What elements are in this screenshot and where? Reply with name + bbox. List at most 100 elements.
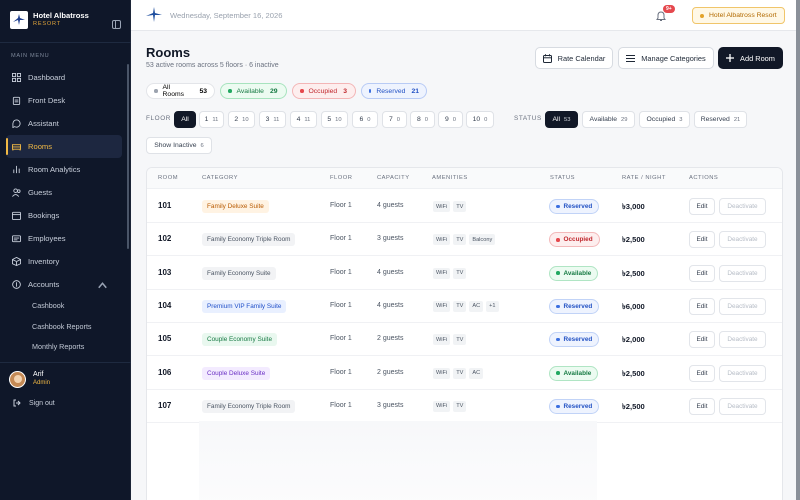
status-chip-reserved[interactable]: Reserved 21 — [694, 111, 747, 128]
table-row[interactable]: 106 Couple Deluxe Suite Floor 1 2 guests WiF… — [147, 357, 782, 390]
edit-button[interactable]: Edit — [689, 331, 715, 349]
deactivate-button[interactable]: Deactivate — [719, 331, 766, 349]
summary-occupied[interactable]: Occupied 3 — [292, 83, 356, 99]
sidebar-subitem-cashbook[interactable]: Cashbook — [6, 296, 122, 317]
amenities-list: WiFi TV — [433, 267, 469, 279]
amenity-tag: AC — [469, 300, 484, 312]
column-header[interactable]: AMENITIES — [432, 175, 468, 181]
status-dot — [556, 238, 560, 242]
sign-out-button[interactable]: Sign out — [13, 399, 55, 407]
rate-calendar-button[interactable]: Rate Calendar — [535, 47, 613, 69]
table-row[interactable]: 103 Family Economy Suite Floor 1 4 guests Wi… — [147, 257, 782, 290]
amenity-tag: WiFi — [433, 400, 451, 412]
deactivate-button[interactable]: Deactivate — [719, 397, 766, 415]
summary-count: 3 — [343, 87, 347, 95]
column-header[interactable]: ACTIONS — [689, 175, 718, 181]
sidebar-item-front-desk[interactable]: Front Desk — [6, 89, 122, 112]
deactivate-button[interactable]: Deactivate — [719, 264, 766, 282]
deactivate-button[interactable]: Deactivate — [719, 231, 766, 249]
amenities-list: WiFi TV AC +1 — [433, 300, 502, 312]
floor-chip-3[interactable]: 3 11 — [259, 111, 286, 128]
table-row[interactable]: 107 Family Economy Triple Room Floor 1 3 gu… — [147, 390, 782, 423]
divider — [0, 362, 131, 363]
brand[interactable]: Hotel Albatross RESORT — [10, 11, 122, 29]
status-badge: Available — [549, 365, 599, 381]
floor-chip-1[interactable]: 1 11 — [199, 111, 224, 128]
chip-label: 7 — [388, 116, 393, 123]
summary-reserved[interactable]: Reserved 21 — [361, 83, 427, 99]
divider — [0, 42, 131, 43]
floor-chip-8[interactable]: 80 — [410, 111, 435, 128]
column-header[interactable]: STATUS — [550, 175, 575, 181]
floor-chip-9[interactable]: 90 — [438, 111, 463, 128]
add-room-button[interactable]: Add Room — [718, 47, 783, 69]
chip-label: All — [552, 116, 561, 123]
chevron-up-icon[interactable] — [98, 281, 107, 290]
manage-categories-button[interactable]: Manage Categories — [618, 47, 714, 69]
sidebar-item-rooms[interactable]: Rooms — [6, 135, 122, 158]
rate-cell: ৳2,500 — [622, 368, 645, 378]
floor-chip-10[interactable]: 10 0 — [466, 111, 494, 128]
room-number: 101 — [158, 201, 172, 210]
edit-button[interactable]: Edit — [689, 198, 715, 215]
sidebar-item-inventory[interactable]: Inventory — [6, 250, 122, 273]
amenity-tag: TV — [453, 234, 467, 246]
sign-out-label: Sign out — [29, 399, 55, 407]
sidebar-item-dashboard[interactable]: Dashboard — [6, 66, 122, 89]
amenity-tag: WiFi — [433, 267, 451, 279]
deactivate-button[interactable]: Deactivate — [719, 297, 766, 315]
status-dot — [228, 89, 232, 93]
page-subtitle: 53 active rooms across 5 floors · 6 inac… — [146, 62, 279, 69]
sidebar-item-guests[interactable]: Guests — [6, 181, 122, 204]
edit-button[interactable]: Edit — [689, 264, 715, 282]
edit-button[interactable]: Edit — [689, 297, 715, 315]
table-row[interactable]: 104 Premium VIP Family Suite Floor 1 4 gues… — [147, 290, 782, 323]
column-header[interactable]: RATE / NIGHT — [622, 175, 666, 181]
room-number: 106 — [158, 367, 172, 377]
status-chip-available[interactable]: Available 29 — [582, 111, 635, 128]
capacity-cell: 4 guests — [377, 301, 404, 309]
sidebar-item-accounts[interactable]: Accounts — [6, 273, 122, 296]
edit-button[interactable]: Edit — [689, 231, 715, 249]
floor-chip-2[interactable]: 2 10 — [228, 111, 255, 128]
sidebar-item-room-analytics[interactable]: Room Analytics — [6, 158, 122, 181]
amenity-tag: Balcony — [469, 234, 496, 246]
status-chip-all[interactable]: All 53 — [545, 111, 578, 128]
floor-chip-all[interactable]: All — [174, 111, 196, 128]
edit-button[interactable]: Edit — [689, 364, 715, 382]
floor-chip-5[interactable]: 5 10 — [321, 111, 348, 128]
amenity-tag: WiFi — [433, 201, 451, 212]
sidebar-subitem-monthly-reports[interactable]: Monthly Reports — [6, 337, 122, 358]
user-profile[interactable]: Arif Admin — [9, 370, 50, 388]
table-header: ROOM CATEGORY FLOOR CAPACITY AMENITIES S… — [147, 168, 782, 189]
floor-chip-4[interactable]: 4 11 — [290, 111, 317, 128]
sidebar-item-bookings[interactable]: Bookings — [6, 204, 122, 227]
deactivate-button[interactable]: Deactivate — [719, 198, 766, 215]
column-header[interactable]: CAPACITY — [377, 175, 410, 181]
sidebar-item-employees[interactable]: Employees — [6, 227, 122, 250]
summary-available[interactable]: Available 29 — [220, 83, 287, 99]
status-text: Occupied — [563, 236, 593, 244]
floor-chip-6[interactable]: 60 — [352, 111, 378, 128]
deactivate-button[interactable]: Deactivate — [719, 364, 766, 382]
edit-button[interactable]: Edit — [689, 397, 715, 415]
status-chip-occupied[interactable]: Occupied 3 — [639, 111, 690, 128]
hotel-selector[interactable]: Hotel Albatross Resort — [692, 7, 785, 24]
sidebar-item-assistant[interactable]: Assistant — [6, 112, 122, 135]
table-row[interactable]: 105 Couple Economy Suite Floor 1 2 guests Wi… — [147, 323, 782, 357]
column-header[interactable]: CATEGORY — [202, 175, 238, 181]
sidebar-subitem-cashbook-reports[interactable]: Cashbook Reports — [6, 317, 122, 338]
summary-all-rooms[interactable]: All Rooms 53 — [146, 83, 215, 99]
column-header[interactable]: ROOM — [158, 175, 178, 181]
floor-chip-7[interactable]: 70 — [382, 111, 407, 128]
collapse-sidebar-icon[interactable] — [112, 16, 122, 29]
capacity-cell: 4 guests — [377, 268, 404, 276]
sidebar-scrollbar[interactable] — [127, 64, 129, 249]
show-inactive-toggle[interactable]: Show Inactive 6 — [146, 137, 212, 154]
table-row[interactable]: 101 Family Deluxe Suite Floor 1 4 guests WiF… — [147, 190, 782, 223]
table-row[interactable]: 102 Family Economy Triple Room Floor 1 3 gu… — [147, 223, 782, 257]
column-header[interactable]: FLOOR — [330, 175, 352, 181]
sidebar-item-label: Room Analytics — [28, 165, 81, 174]
chip-label: All — [181, 116, 189, 123]
chip-label: Occupied — [646, 116, 676, 123]
